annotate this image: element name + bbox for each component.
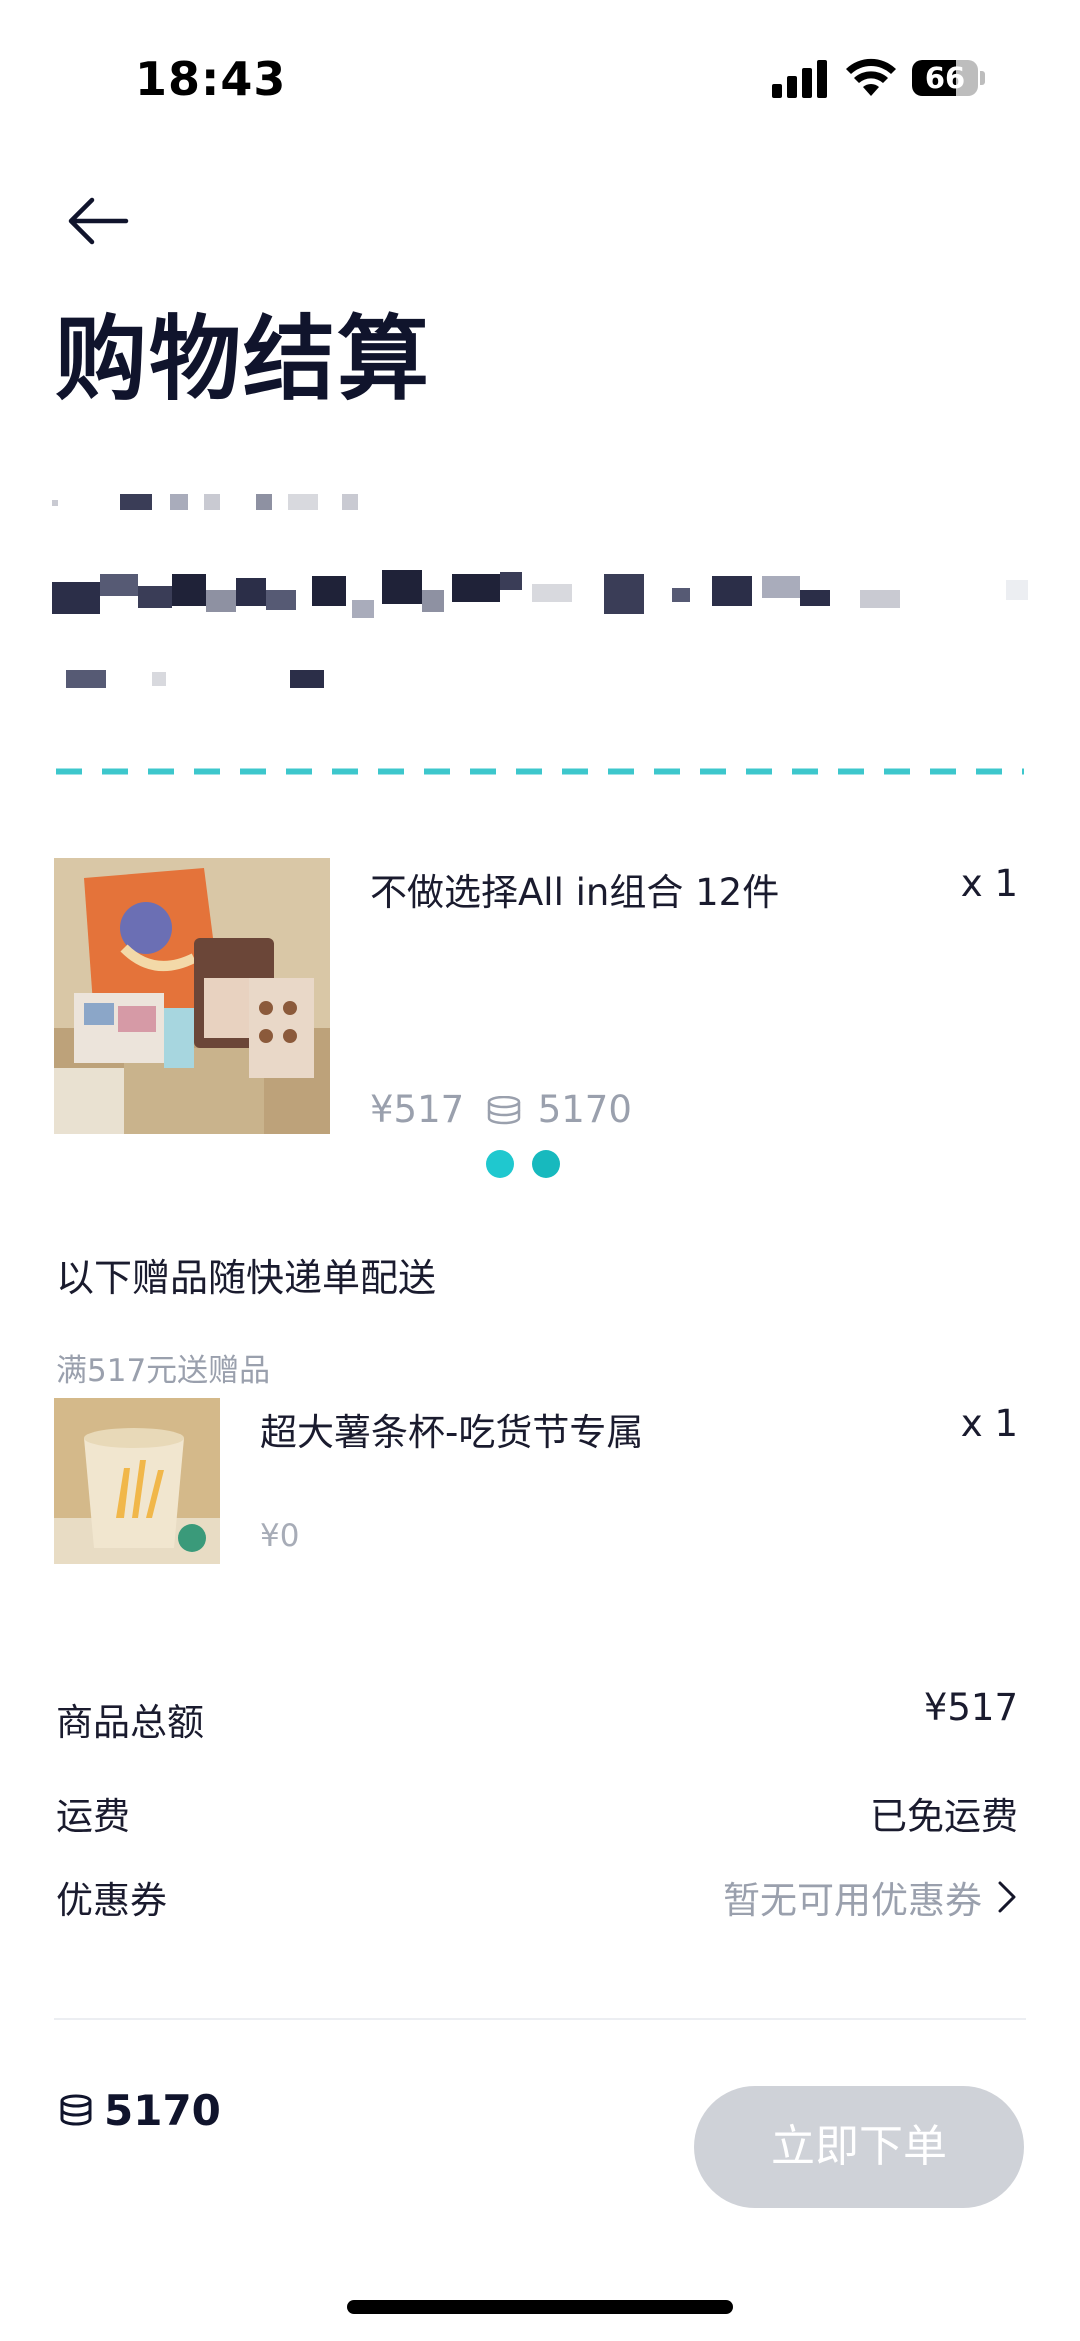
product-price: ¥517 [370, 1088, 465, 1131]
cellular-signal-icon [772, 60, 828, 98]
product-coin-price: 5170 [537, 1088, 632, 1131]
coin-icon [487, 1096, 521, 1125]
checkout-page: 18:43 66 购物结算 不做选择All in组合 12件 x 1 ¥517 … [0, 0, 1080, 2341]
product-name: 不做选择All in组合 12件 [370, 871, 780, 914]
coupon-selector[interactable]: 暂无可用优惠券 [723, 1870, 1018, 1924]
shipping-value: 已免运费 [870, 1795, 1018, 1838]
page-title: 购物结算 [55, 306, 432, 413]
battery-icon: 66 [912, 60, 978, 96]
place-order-button[interactable]: 立即下单 [694, 2086, 1024, 2208]
footer-divider [54, 2018, 1026, 2020]
shipping-address[interactable] [52, 490, 1032, 700]
gift-quantity: x 1 [960, 1402, 1018, 1445]
subtotal-label: 商品总额 [56, 1701, 204, 1744]
product-quantity: x 1 [960, 862, 1018, 905]
gift-image[interactable] [54, 1398, 220, 1564]
back-button[interactable] [60, 180, 140, 260]
home-indicator[interactable] [347, 2300, 733, 2314]
arrow-left-icon [68, 197, 129, 245]
carousel-dot[interactable] [532, 1150, 560, 1178]
wifi-icon [846, 58, 896, 96]
product-price-row: ¥517 5170 [370, 1088, 632, 1131]
chevron-right-icon [998, 1881, 1016, 1913]
coupon-label: 优惠券 [56, 1879, 167, 1922]
battery-cap [980, 71, 985, 85]
product-image[interactable] [54, 858, 330, 1134]
gift-condition: 满517元送赠品 [56, 1353, 271, 1389]
gift-price: ¥0 [260, 1518, 300, 1554]
gift-name: 超大薯条杯-吃货节专属 [260, 1411, 644, 1454]
address-divider [56, 768, 1024, 775]
carousel-dot[interactable] [486, 1150, 514, 1178]
status-bar: 18:43 66 [0, 0, 1080, 150]
battery-level: 66 [924, 61, 966, 95]
subtotal-value: ¥517 [923, 1686, 1018, 1729]
shipping-label: 运费 [56, 1795, 130, 1838]
status-time: 18:43 [135, 52, 287, 106]
gift-heading: 以下赠品随快递单配送 [56, 1256, 437, 1300]
order-total: 5170 [58, 2086, 221, 2135]
total-coins: 5170 [104, 2086, 221, 2135]
coin-icon [60, 2094, 92, 2125]
coupon-value: 暂无可用优惠券 [723, 1879, 982, 1922]
